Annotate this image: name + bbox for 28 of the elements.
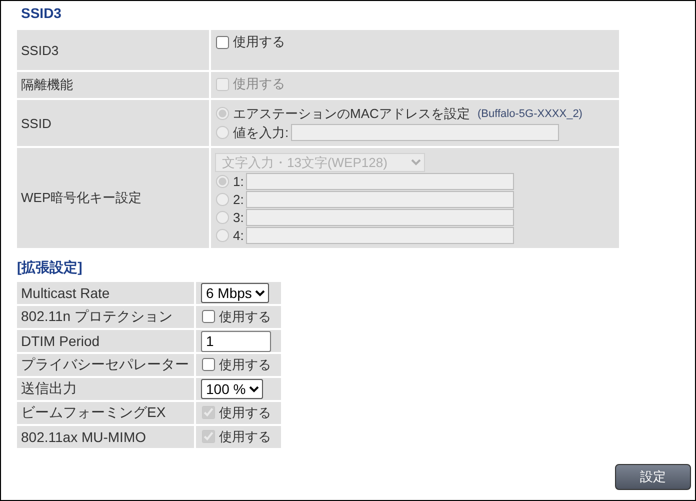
dropdown[interactable]: 6 Mbps: [201, 283, 269, 303]
setting-label: 隔離機能: [21, 77, 73, 92]
radio-label: エアステーションのMACアドレスを設定: [233, 104, 470, 122]
setting-label: プライバシーセパレーター: [21, 356, 189, 372]
section-title: SSID3: [20, 5, 62, 23]
setting-label: DTIM Period: [21, 333, 100, 349]
setting-label: 802.11ax MU-MIMO: [21, 429, 146, 445]
setting-label: WEP暗号化キー設定: [21, 190, 142, 205]
key-label: 3:: [233, 210, 244, 224]
checkbox-option[interactable]: 使用する: [215, 33, 285, 51]
setting-label: Multicast Rate: [21, 285, 110, 301]
setting-label: ビームフォーミングEX: [21, 404, 166, 420]
setting-label: 送信出力: [21, 380, 77, 396]
submit-button[interactable]: 設定: [615, 464, 691, 490]
checkbox[interactable]: [202, 310, 215, 324]
setting-label: SSID: [21, 116, 52, 130]
setting-label: SSID3: [21, 42, 59, 58]
key-label: 4:: [233, 228, 244, 242]
key-label: 1:: [233, 174, 244, 188]
ssid-note: (Buffalo-5G-XXXX_2): [478, 108, 582, 120]
key-label: 2:: [233, 192, 244, 206]
radio-label: 値を入力:: [233, 124, 289, 142]
dropdown[interactable]: 100 %: [201, 379, 263, 399]
checkbox[interactable]: [202, 358, 215, 372]
section-title: [拡張設定]: [17, 258, 84, 277]
setting-label: 802.11n プロテクション: [21, 308, 172, 324]
input-field[interactable]: 1: [201, 330, 271, 352]
checkbox[interactable]: [216, 36, 229, 48]
